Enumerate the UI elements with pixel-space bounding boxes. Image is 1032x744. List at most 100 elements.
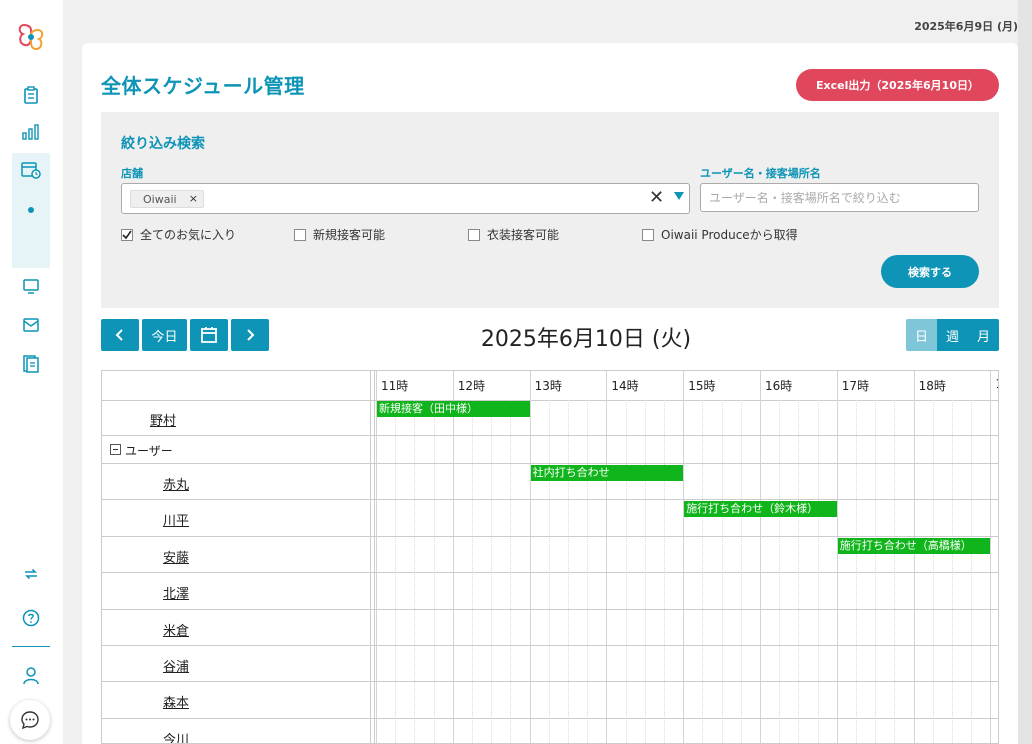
hour-line (836, 371, 838, 743)
calendar-title: 2025年6月10日 (火) (480, 327, 692, 352)
hour-line (913, 371, 915, 743)
resource-name-link[interactable]: 森本 (163, 692, 189, 711)
hour-line (376, 371, 377, 743)
page-title: 全体スケジュール管理 (101, 74, 305, 98)
bar-chart-icon[interactable] (19, 120, 43, 144)
checkbox-label: Oiwaii Produceから取得 (661, 228, 798, 242)
hour-line (452, 371, 454, 743)
sidebar-divider (12, 646, 50, 647)
store-chip: Oiwaii × (130, 190, 204, 208)
row-border (102, 681, 998, 682)
search-button[interactable]: 検索する (881, 255, 979, 288)
view-week-button[interactable]: 週 (937, 319, 968, 351)
today-button[interactable]: 今日 (142, 319, 187, 351)
resource-divider (370, 371, 371, 743)
checkbox-costume[interactable]: 衣装接客可能 (468, 226, 559, 243)
mail-icon[interactable] (19, 313, 43, 337)
hour-line (760, 371, 761, 743)
timeline-grid[interactable]: 11時 12時 13時 14時 15時 16時 17時 18時 1 野村ユーザー赤丸川平安藤北澤米… (101, 370, 999, 744)
hour-label: 14時 (611, 379, 639, 393)
resource-name-link[interactable]: 野村 (150, 410, 176, 429)
resource-name-link[interactable]: 谷浦 (163, 656, 189, 675)
resource-name-link[interactable]: 川平 (163, 510, 189, 529)
schedule-event[interactable]: 施行打ち合わせ（鈴木様） (684, 501, 837, 517)
schedule-event[interactable]: 施行打ち合わせ（高橋様） (837, 538, 991, 554)
hour-label: 16時 (765, 379, 793, 393)
app-logo-icon[interactable] (16, 22, 46, 52)
hour-line (529, 371, 531, 743)
monitor-icon[interactable] (19, 274, 43, 298)
checkbox-oiwaii-produce[interactable]: Oiwaii Produceから取得 (642, 226, 798, 243)
store-select[interactable]: Oiwaii × ✕ (121, 183, 690, 214)
calendar-icon (201, 327, 217, 343)
hour-line (990, 371, 992, 743)
hour-line (606, 371, 608, 743)
resource-name-link[interactable]: 今川 (163, 729, 189, 744)
current-date: 2025年6月9日 (月) (914, 20, 1018, 33)
user-icon[interactable] (19, 664, 43, 688)
clipboard-icon[interactable] (19, 83, 43, 107)
filter-panel: 絞り込み検索 店舗 Oiwaii × ✕ ユーザー名・接客場所名 全てのお気に入… (101, 112, 999, 308)
help-icon[interactable] (19, 606, 43, 630)
row-border (102, 645, 998, 646)
dropdown-arrow-icon[interactable] (674, 192, 684, 200)
resource-divider (374, 371, 375, 743)
next-button[interactable] (231, 319, 269, 351)
date-picker-button[interactable] (190, 319, 228, 351)
sync-icon[interactable] (19, 562, 43, 586)
checkbox-new-customer[interactable]: 新規接客可能 (294, 226, 385, 243)
chip-remove-icon[interactable]: × (189, 192, 198, 205)
hour-label: 12時 (457, 379, 486, 393)
sidebar (0, 0, 63, 744)
resource-name-link[interactable]: 安藤 (163, 547, 189, 566)
chevron-left-icon (115, 329, 123, 341)
page-scrollbar[interactable] (1018, 0, 1032, 744)
row-border (102, 718, 998, 719)
resource-name-link[interactable]: 北澤 (163, 583, 189, 602)
row-border (102, 499, 998, 500)
hour-label: 18時 (918, 379, 946, 393)
calendar-clock-icon[interactable] (19, 158, 43, 182)
store-label: 店舗 (121, 167, 143, 180)
row-border (102, 572, 998, 573)
resource-name-link[interactable]: 赤丸 (163, 474, 189, 493)
hour-label: 11時 (381, 379, 409, 393)
checkbox-label: 衣装接客可能 (487, 228, 560, 242)
checkbox-box[interactable] (121, 228, 133, 241)
hour-label: 13時 (534, 379, 562, 393)
chat-icon[interactable] (10, 700, 50, 740)
name-search-input[interactable] (700, 183, 979, 212)
checkbox-box[interactable] (468, 228, 480, 241)
prev-button[interactable] (101, 319, 139, 351)
filter-title: 絞り込み検索 (121, 136, 205, 152)
view-day-button[interactable]: 日 (906, 319, 937, 351)
row-border (102, 536, 998, 537)
clear-selection-icon[interactable]: ✕ (649, 187, 664, 208)
checkbox-box[interactable] (642, 228, 654, 241)
header-border (102, 400, 998, 401)
checkbox-all-favorites[interactable]: 全てのお気に入り (121, 226, 236, 243)
excel-export-button[interactable]: Excel出力（2025年6月10日） (796, 69, 999, 101)
submenu-dot-icon[interactable] (28, 207, 34, 213)
view-month-button[interactable]: 月 (968, 319, 999, 351)
chevron-right-icon (247, 329, 255, 341)
hour-label: 15時 (688, 379, 716, 393)
schedule-event[interactable]: 社内打ち合わせ (530, 465, 684, 481)
checkbox-box[interactable] (294, 228, 306, 241)
hour-line (683, 371, 685, 743)
document-icon[interactable] (19, 352, 43, 376)
row-border (102, 609, 998, 610)
checkbox-label: 全てのお気に入り (140, 228, 237, 242)
collapse-dash (113, 449, 118, 450)
name-label: ユーザー名・接客場所名 (700, 167, 821, 180)
row-border (102, 435, 998, 436)
hour-label: 17時 (841, 379, 870, 393)
row-border (102, 463, 998, 464)
collapse-icon[interactable] (110, 444, 121, 455)
group-label: ユーザー (125, 444, 173, 458)
resource-name-link[interactable]: 米倉 (163, 620, 189, 639)
schedule-event[interactable]: 新規接客（田中様） (377, 401, 530, 417)
checkbox-label: 新規接客可能 (313, 228, 386, 242)
store-chip-label: Oiwaii (143, 192, 177, 206)
hour-label: 1 (995, 377, 998, 391)
